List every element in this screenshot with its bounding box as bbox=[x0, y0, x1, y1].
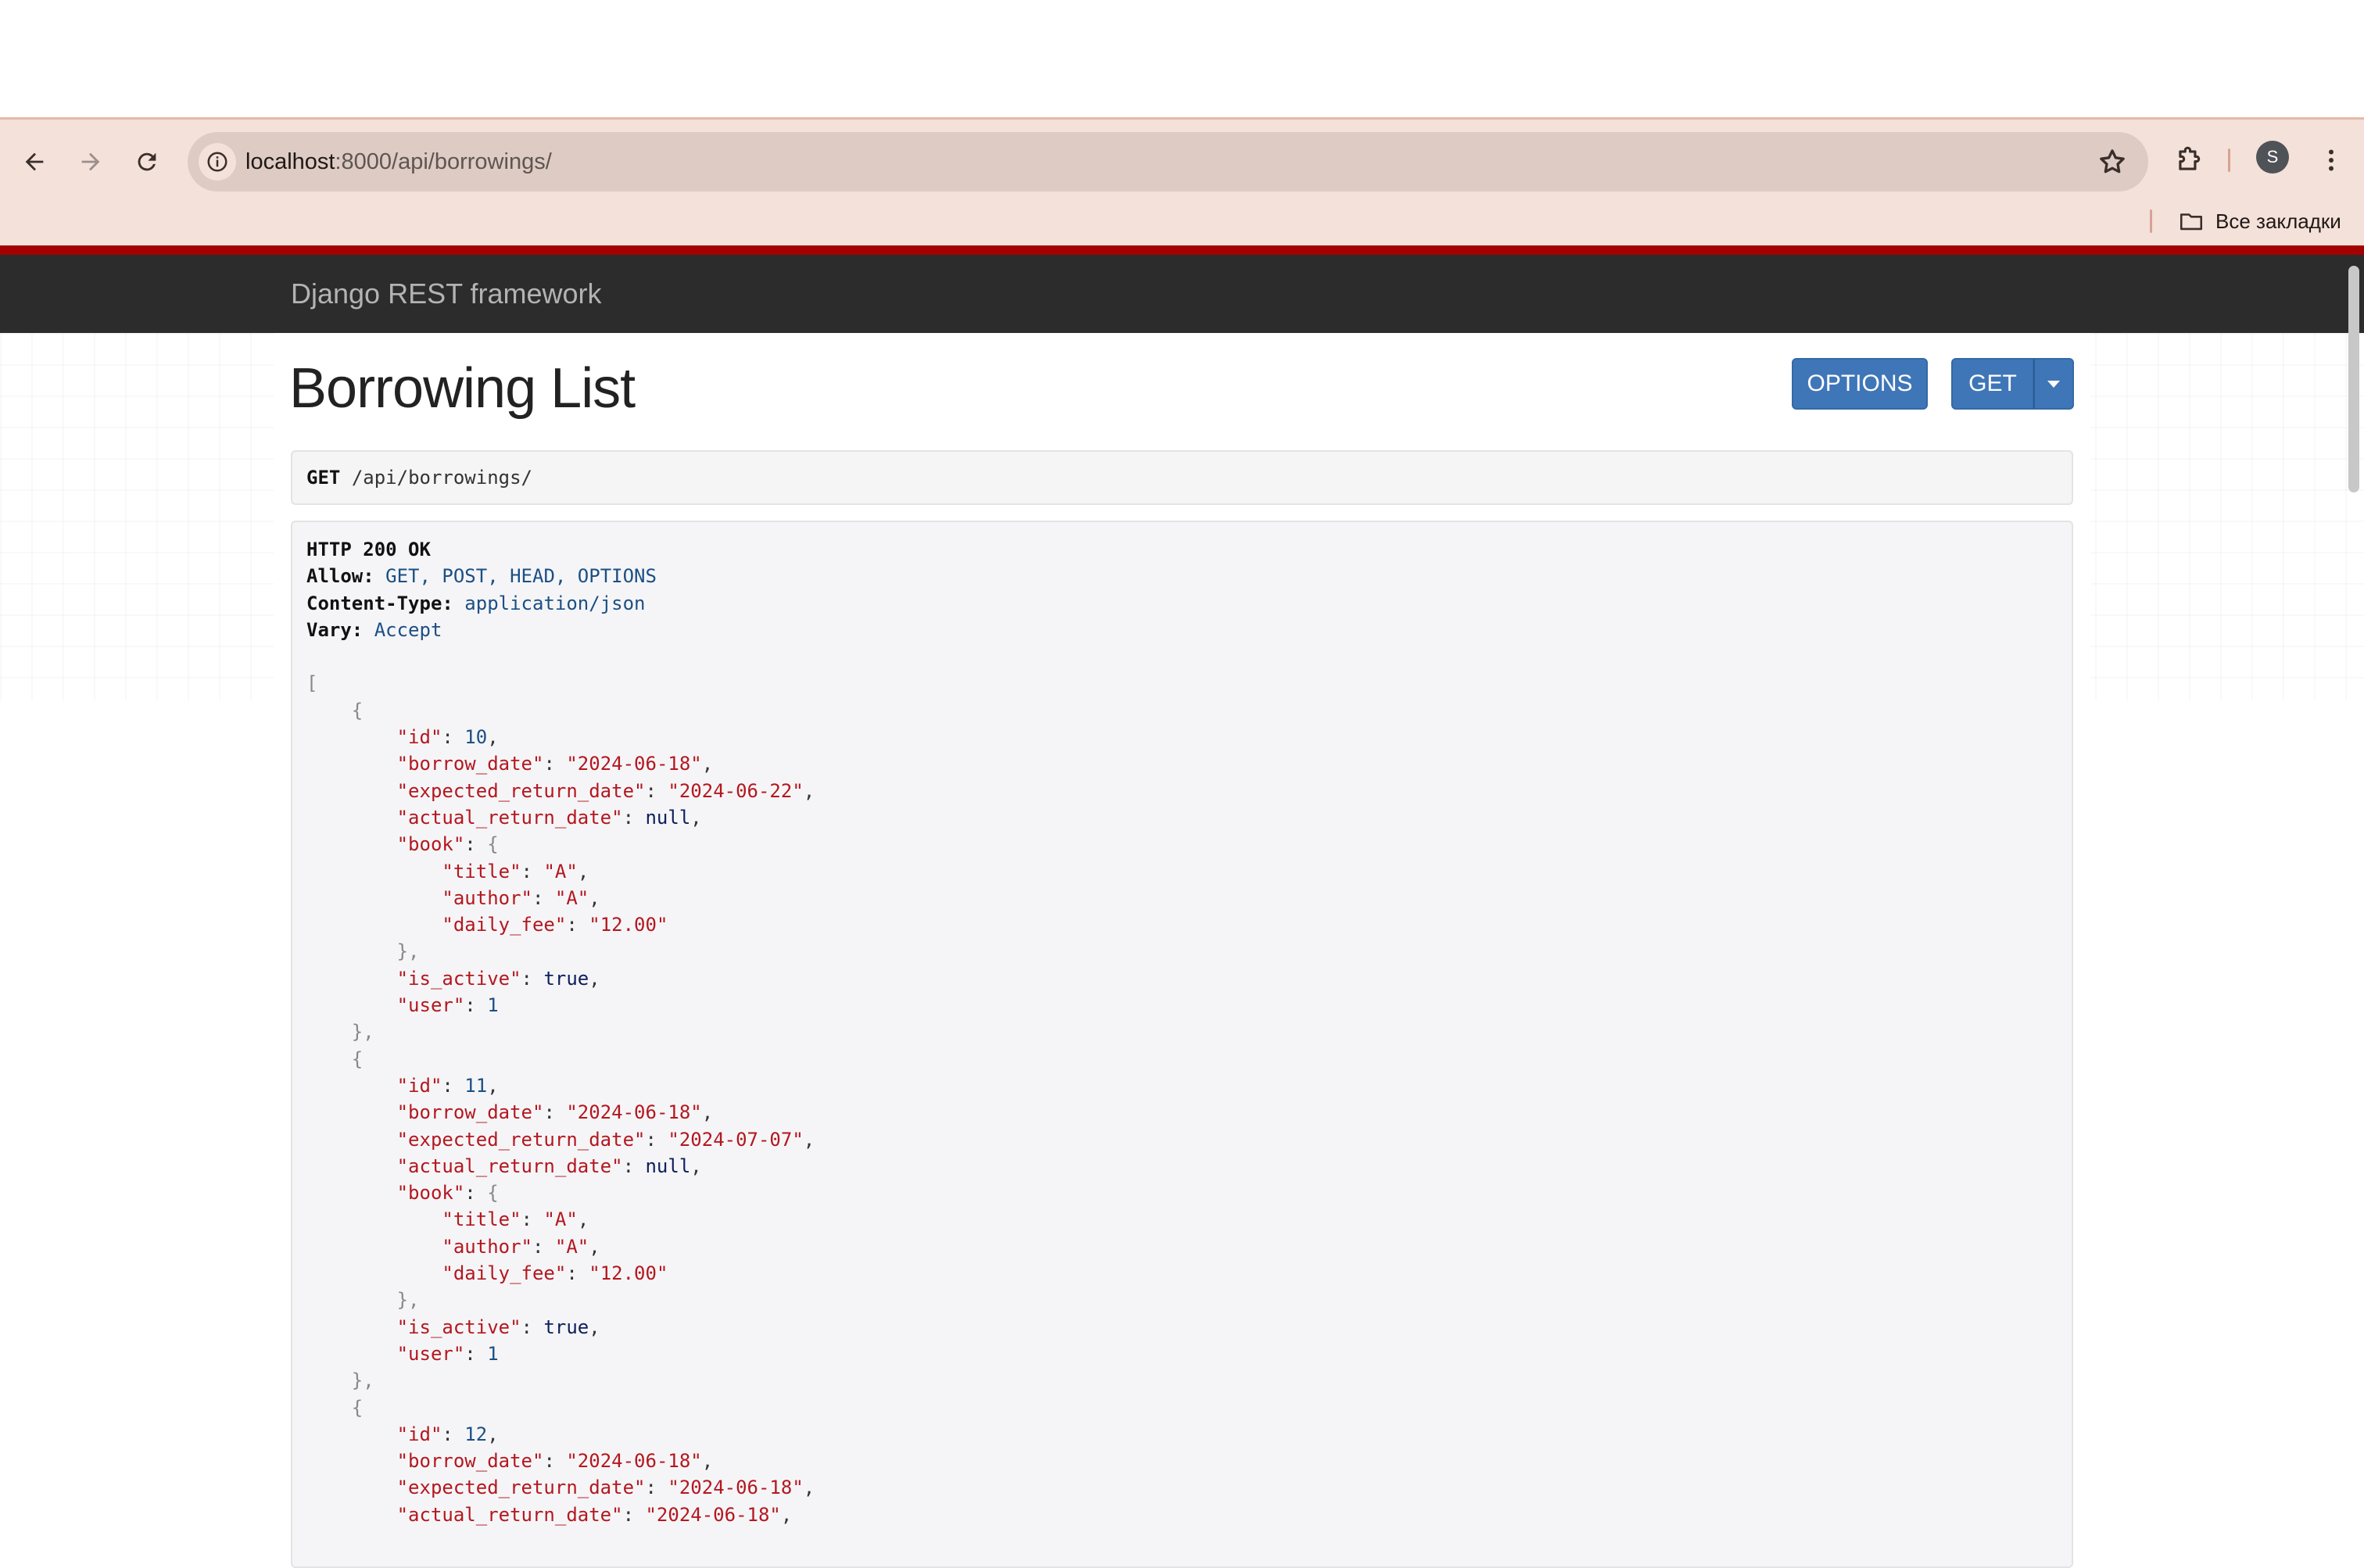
json-value: "2024-06-18" bbox=[566, 1101, 702, 1124]
all-bookmarks-button[interactable]: Все закладки bbox=[2178, 204, 2341, 238]
reload-icon bbox=[138, 152, 156, 171]
json-value: 1 bbox=[487, 994, 499, 1017]
json-value: "2024-06-18" bbox=[566, 753, 702, 775]
json-value: "A" bbox=[554, 886, 589, 909]
url-host: localhost bbox=[245, 149, 335, 174]
json-value: true bbox=[543, 967, 589, 990]
json-value: "2024-06-18" bbox=[645, 1503, 781, 1526]
url-path: :8000/api/borrowings/ bbox=[335, 149, 552, 174]
request-path-resource: borrowings/ bbox=[408, 467, 533, 489]
back-arrow-icon bbox=[25, 152, 44, 171]
reload-button[interactable] bbox=[125, 140, 169, 184]
back-button[interactable] bbox=[13, 140, 56, 184]
json-value: 10 bbox=[464, 726, 488, 749]
json-value: "A" bbox=[554, 1235, 589, 1258]
forward-button[interactable] bbox=[69, 140, 113, 184]
json-value: null bbox=[645, 1155, 691, 1177]
browser-menu-button[interactable] bbox=[2308, 137, 2355, 184]
json-value: "12.00" bbox=[589, 914, 668, 936]
puzzle-icon bbox=[2179, 146, 2201, 170]
response-info: HTTP 200 OK Allow: GET, POST, HEAD, OPTI… bbox=[291, 521, 2073, 1568]
profile-avatar[interactable]: S bbox=[2256, 141, 2289, 174]
site-info-button[interactable] bbox=[199, 143, 236, 181]
header-name: Vary: bbox=[306, 618, 364, 641]
json-value: "A" bbox=[543, 1208, 578, 1231]
url-text: localhost:8000/api/borrowings/ bbox=[245, 132, 552, 192]
json-value: 1 bbox=[487, 1342, 499, 1365]
bookmark-star-icon[interactable] bbox=[2097, 146, 2128, 177]
forward-arrow-icon bbox=[81, 152, 100, 171]
json-value: "2024-06-18" bbox=[566, 1450, 702, 1473]
request-path-prefix: /api/ bbox=[351, 467, 409, 489]
browser-toolbar: localhost:8000/api/borrowings/ Все закла… bbox=[0, 117, 2364, 245]
json-value: "A" bbox=[543, 860, 578, 882]
info-icon bbox=[207, 152, 227, 172]
caret-down-icon bbox=[2047, 380, 2060, 388]
drf-brand-link[interactable]: Django REST framework bbox=[291, 255, 601, 333]
options-button[interactable]: OPTIONS bbox=[1792, 358, 1928, 410]
json-value: null bbox=[645, 806, 691, 829]
header-value: Accept bbox=[374, 618, 442, 641]
toolbar-divider bbox=[2228, 149, 2230, 172]
all-bookmarks-label: Все закладки bbox=[2215, 209, 2341, 233]
extensions-button[interactable] bbox=[2165, 137, 2212, 184]
drf-navbar: Django REST framework bbox=[0, 245, 2364, 333]
header-name: Allow: bbox=[306, 565, 374, 588]
request-method: GET bbox=[306, 467, 341, 489]
json-value: "2024-06-18" bbox=[668, 1477, 804, 1499]
get-format-dropdown-button[interactable] bbox=[2033, 358, 2074, 410]
address-bar[interactable]: localhost:8000/api/borrowings/ bbox=[188, 132, 2148, 192]
folder-icon bbox=[2180, 213, 2203, 231]
top-blank-area bbox=[0, 0, 2364, 117]
json-value: 11 bbox=[464, 1074, 488, 1097]
bookmarks-divider bbox=[2150, 209, 2152, 233]
json-value: "2024-07-07" bbox=[668, 1128, 804, 1151]
response-content: HTTP 200 OK Allow: GET, POST, HEAD, OPTI… bbox=[306, 539, 815, 1526]
page-body: Borrowing List OPTIONS GET GET /api/borr… bbox=[0, 333, 2364, 1568]
json-value: true bbox=[543, 1316, 589, 1338]
json-value: 12 bbox=[464, 1423, 488, 1445]
get-button[interactable]: GET bbox=[1951, 358, 2034, 410]
json-value: "2024-06-22" bbox=[668, 779, 804, 802]
header-name: Content-Type: bbox=[306, 592, 453, 614]
header-value: GET, POST, HEAD, OPTIONS bbox=[385, 565, 657, 588]
request-info: GET /api/borrowings/ bbox=[291, 450, 2073, 505]
response-status: HTTP 200 OK bbox=[306, 539, 431, 560]
more-vertical-icon bbox=[2329, 149, 2334, 171]
header-value: application/json bbox=[464, 592, 646, 614]
json-value: "12.00" bbox=[589, 1262, 668, 1285]
page-scrollbar[interactable] bbox=[2348, 266, 2359, 492]
page-title: Borrowing List bbox=[289, 357, 636, 420]
